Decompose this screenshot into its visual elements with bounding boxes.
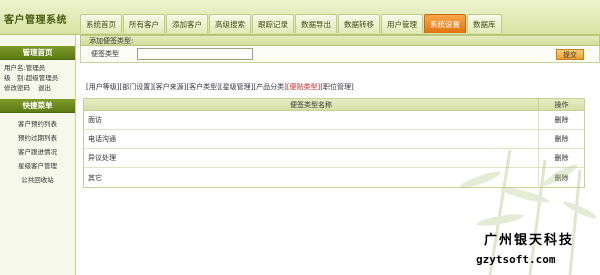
username-line: 用户名:管理员: [4, 64, 46, 72]
change-password-link[interactable]: 修改密码: [4, 83, 30, 93]
delete-link[interactable]: 删除: [539, 130, 584, 148]
tab-database[interactable]: 数据库: [467, 14, 502, 33]
type-label: 便签类型: [91, 50, 119, 58]
tab-data-transfer[interactable]: 数据转移: [338, 14, 380, 33]
level-line: 级 别:超级管理员: [4, 74, 59, 82]
table-row: 电话沟通 删除: [84, 130, 584, 149]
tab-data-export[interactable]: 数据导出: [295, 14, 337, 33]
tab-advanced-search[interactable]: 高级搜索: [209, 14, 251, 33]
tab-all-customers[interactable]: 所有客户: [123, 14, 165, 33]
table-header: 便签类型名称 操作: [84, 99, 584, 111]
tab-user-management[interactable]: 用户管理: [381, 14, 423, 33]
link-customer-sources[interactable]: [客户来源]: [153, 82, 186, 92]
quick-menu-title: 快捷菜单: [0, 99, 75, 113]
logout-link[interactable]: 退出: [38, 83, 51, 93]
quick-item-followup-status[interactable]: 客户跟进情况: [0, 144, 75, 158]
brand-url: gzytsoft.com: [476, 253, 556, 266]
add-type-form: 便签类型 提交: [80, 46, 600, 63]
header-operation: 操作: [554, 100, 569, 109]
quick-item-appointments[interactable]: 客户预约列表: [0, 116, 75, 130]
tab-system-settings[interactable]: 系统设置: [424, 14, 466, 33]
tab-add-customer[interactable]: 添加客户: [166, 14, 208, 33]
quick-item-expired-appointments[interactable]: 预约过期列表: [0, 130, 75, 144]
link-note-types[interactable]: [便贴类型]: [287, 82, 320, 92]
panel-title: 添加便签类型:: [80, 35, 600, 46]
main-nav: 系统首页 所有客户 添加客户 高级搜索 跟踪记录 数据导出 数据转移 用户管理 …: [80, 14, 502, 33]
tab-home[interactable]: 系统首页: [80, 14, 122, 33]
link-product-categories[interactable]: [产品分类]: [253, 82, 286, 92]
type-input[interactable]: [137, 48, 253, 60]
sidebar-home-title[interactable]: 管理首页: [0, 46, 75, 60]
brand-name: 广州银天科技: [484, 233, 575, 248]
link-user-levels[interactable]: [用户等级]: [86, 82, 119, 92]
link-departments[interactable]: [部门设置]: [119, 82, 152, 92]
quick-item-star-customers[interactable]: 星级客户管理: [0, 158, 75, 172]
user-links: 修改密码 退出: [4, 83, 71, 93]
app-window: 客户管理系统 系统首页 所有客户 添加客户 高级搜索 跟踪记录 数据导出 数据转…: [0, 0, 600, 275]
link-positions[interactable]: [职位管理]: [320, 82, 353, 92]
quick-item-recycle-bin[interactable]: 公共回收站: [0, 172, 75, 186]
tab-tracking-records[interactable]: 跟踪记录: [252, 14, 294, 33]
link-star-management[interactable]: [星级管理]: [220, 82, 253, 92]
cell-type-name: 面访: [84, 111, 539, 129]
header-type-name: 便签类型名称: [84, 99, 539, 110]
app-title: 客户管理系统: [4, 15, 67, 26]
table-row: 面访 删除: [84, 111, 584, 130]
cell-type-name: 电话沟通: [84, 130, 539, 148]
sidebar: 管理首页 用户名:管理员 级 别:超级管理员 修改密码 退出 快捷菜单 客户预约…: [0, 35, 76, 275]
submit-button[interactable]: 提交: [556, 49, 584, 60]
quick-menu: 客户预约列表 预约过期列表 客户跟进情况 星级客户管理 公共回收站: [0, 113, 75, 186]
settings-sublinks: [用户等级] [部门设置] [客户来源] [客户类型] [星级管理] [产品分类…: [86, 82, 354, 92]
user-info: 用户名:管理员 级 别:超级管理员 修改密码 退出: [0, 60, 75, 99]
delete-link[interactable]: 删除: [539, 111, 584, 129]
top-header: 客户管理系统 系统首页 所有客户 添加客户 高级搜索 跟踪记录 数据导出 数据转…: [0, 0, 600, 35]
link-customer-types[interactable]: [客户类型]: [186, 82, 219, 92]
